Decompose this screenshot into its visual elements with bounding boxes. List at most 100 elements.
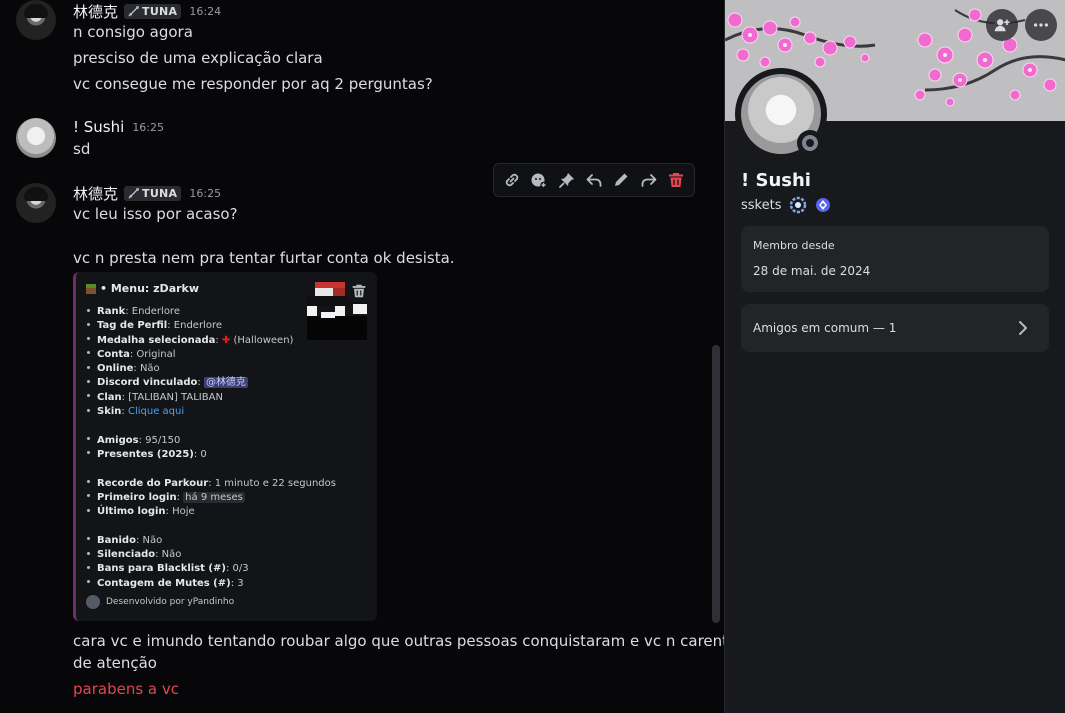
message-text: vc n presta nem pra tentar furtar conta …	[73, 249, 455, 267]
card-info-key: Rank	[97, 306, 126, 317]
card-info-value: : Enderlore	[167, 320, 222, 332]
sword-icon	[128, 6, 139, 17]
card-info-row: Rank: Enderlore	[86, 305, 336, 319]
add-reaction-icon	[531, 173, 547, 189]
delete-button[interactable]	[663, 166, 690, 194]
author-name[interactable]: 林德克	[73, 1, 118, 22]
message-text: cara vc e imundo tentando roubar algo qu…	[73, 632, 724, 650]
scrollbar-thumb[interactable]	[712, 345, 720, 623]
card-info-key: Primeiro login	[97, 491, 177, 503]
card-info-row: Silenciado: Não	[86, 548, 336, 562]
card-info-key: Discord vinculado	[97, 377, 198, 389]
user-profile-panel: ! Sushi sskets Membro desde 28 de mai. d…	[724, 0, 1065, 713]
card-spacer	[86, 419, 336, 433]
author-name[interactable]: ! Sushi	[73, 118, 124, 136]
mutual-friends-button[interactable]: Amigos em comum — 1	[741, 304, 1049, 352]
add-friend-button[interactable]	[986, 9, 1018, 41]
forward-icon	[641, 174, 657, 187]
bullet-icon	[87, 394, 90, 398]
card-footer-text: Desenvolvido por yPandinho	[106, 597, 235, 607]
card-info-key: Amigos	[97, 434, 139, 446]
card-info-key: Medalha selecionada	[97, 334, 216, 346]
card-info-row: Primeiro login: há 9 meses	[86, 491, 336, 505]
developer-avatar	[86, 595, 100, 609]
edit-icon	[615, 173, 628, 186]
card-info-row: Medalha selecionada: ✚ (Halloween)	[86, 334, 336, 348]
bullet-icon	[87, 565, 90, 569]
card-info-key: Último login	[97, 506, 166, 518]
bullet-icon	[87, 494, 90, 498]
card-footer: Desenvolvido por yPandinho	[86, 595, 234, 609]
bullet-icon	[87, 351, 90, 355]
card-info-key: Recorde do Parkour	[97, 477, 209, 489]
profile-display-name[interactable]: ! Sushi	[741, 170, 811, 191]
card-info-row: Skin: Clique aqui	[86, 405, 336, 419]
remove-embed-button[interactable]	[348, 280, 370, 302]
card-info-row: Conta: Original	[86, 348, 336, 362]
copy-link-button[interactable]	[498, 166, 525, 194]
card-info-key: Online	[97, 363, 134, 375]
forward-button[interactable]	[635, 166, 662, 194]
server-tag[interactable]: TUNA	[124, 186, 182, 201]
reply-icon	[586, 174, 602, 187]
more-icon	[1033, 23, 1049, 27]
add-friend-icon	[994, 19, 1010, 32]
timestamp: 16:24	[189, 5, 222, 18]
card-info-row: Amigos: 95/150	[86, 434, 336, 448]
quest-badge-icon[interactable]	[815, 197, 831, 213]
message-text: sd	[73, 140, 91, 158]
card-info-list: Rank: Enderlore Tag de Perfil: Enderlore M…	[86, 305, 336, 591]
reply-button[interactable]	[580, 166, 607, 194]
bullet-icon	[87, 337, 90, 341]
server-tag[interactable]: TUNA	[124, 4, 182, 19]
avatar[interactable]	[16, 0, 56, 40]
embedded-image-card[interactable]: • Menu: zDarkw Rank: Enderlore Tag de Per…	[73, 272, 377, 621]
card-info-key: Tag de Perfil	[97, 320, 168, 332]
avatar[interactable]	[16, 183, 56, 223]
pin-button[interactable]	[553, 166, 580, 194]
bullet-icon	[87, 408, 90, 412]
server-tag-label: TUNA	[142, 187, 178, 200]
message-header: ! Sushi 16:25	[73, 118, 164, 136]
more-options-button[interactable]	[1025, 9, 1057, 41]
card-info-row: Banido: Não	[86, 534, 336, 548]
hypesquad-badge-icon[interactable]	[789, 196, 807, 214]
message-header: 林德克 TUNA 16:25	[73, 183, 221, 204]
card-info-key: Silenciado	[97, 549, 156, 561]
author-name[interactable]: 林德克	[73, 183, 118, 204]
message-text: n consigo agora	[73, 23, 193, 41]
bullet-icon	[87, 508, 90, 512]
mutual-friends-label: Amigos em comum — 1	[753, 321, 897, 335]
bullet-icon	[87, 379, 90, 383]
timestamp: 16:25	[189, 187, 222, 200]
bullet-icon	[87, 322, 90, 326]
avatar[interactable]	[16, 118, 56, 158]
card-info-value: : Não	[133, 363, 160, 375]
add-reaction-button[interactable]	[525, 166, 552, 194]
message-header: 林德克 TUNA 16:24	[73, 1, 221, 22]
card-info-key: Skin	[97, 406, 122, 418]
card-info-value: : 1 minuto e 22 segundos	[208, 477, 336, 489]
profile-username[interactable]: sskets	[741, 198, 781, 213]
pin-icon	[558, 173, 574, 188]
bullet-icon	[87, 365, 90, 369]
card-info-value: : Hoje	[165, 506, 195, 518]
card-info-row: Tag de Perfil: Enderlore	[86, 319, 336, 333]
bullet-icon	[87, 551, 90, 555]
card-title: • Menu: zDarkw	[100, 282, 200, 295]
timestamp: 16:25	[132, 120, 165, 134]
card-info-row: Bans para Blacklist (#): 0/3	[86, 562, 336, 576]
bullet-icon	[87, 451, 90, 455]
message-action-toolbar	[493, 163, 695, 197]
user-mention[interactable]: @林德克	[203, 377, 248, 389]
card-info-key: Banido	[97, 534, 136, 546]
bullet-icon	[87, 480, 90, 484]
bullet-icon	[87, 580, 90, 584]
skin-link[interactable]: Clique aqui	[128, 406, 184, 417]
chat-pane: 林德克 TUNA 16:24 n consigo agora presciso …	[0, 0, 724, 713]
card-info-value: : Original	[129, 348, 176, 360]
edit-button[interactable]	[608, 166, 635, 194]
message-text: de atenção	[73, 654, 157, 672]
member-since-date: 28 de mai. de 2024	[753, 264, 871, 278]
card-info-row: Último login: Hoje	[86, 505, 336, 519]
